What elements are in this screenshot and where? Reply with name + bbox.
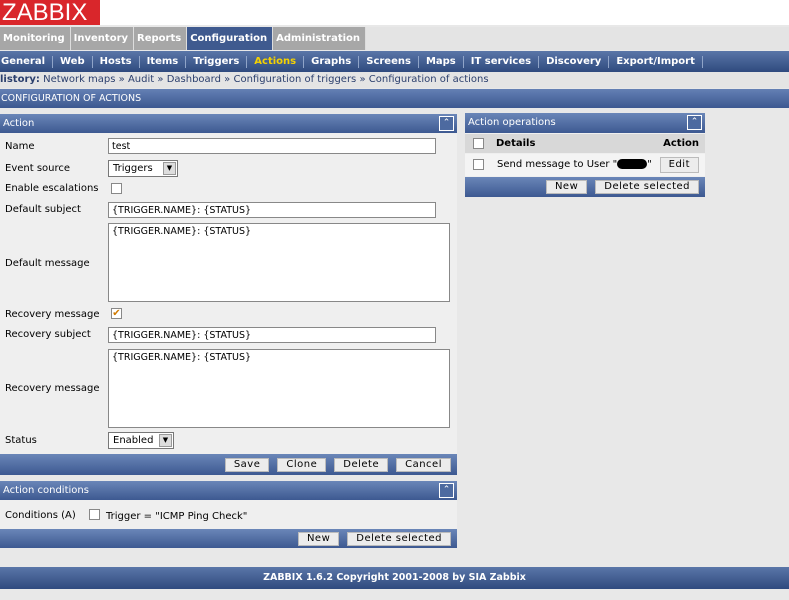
condition-item: Trigger = "ICMP Ping Check" bbox=[106, 511, 248, 522]
event-source-value: Triggers bbox=[113, 163, 153, 174]
save-button[interactable]: Save bbox=[224, 457, 270, 472]
submenu-graphs[interactable]: Graphs bbox=[304, 55, 360, 68]
tab-reports[interactable]: Reports bbox=[134, 27, 188, 50]
zabbix-logo: ZABBIX bbox=[0, 0, 100, 25]
operations-panel: Action operations ⌃ Details Action Send m… bbox=[465, 113, 705, 197]
status-select[interactable]: Enabled ▼ bbox=[108, 432, 174, 449]
collapse-icon[interactable]: ⌃ bbox=[439, 116, 454, 131]
escalations-checkbox[interactable] bbox=[111, 183, 122, 194]
row-checkbox[interactable] bbox=[473, 159, 484, 170]
conditions-label: Conditions (A) bbox=[5, 510, 76, 521]
dropdown-arrow-icon: ▼ bbox=[163, 162, 176, 175]
recovery-message-textarea[interactable]: {TRIGGER.NAME}: {STATUS} bbox=[108, 349, 450, 428]
conditions-panel-header: Action conditions ⌃ bbox=[0, 481, 457, 500]
submenu-web[interactable]: Web bbox=[53, 55, 93, 68]
new-operation-button[interactable]: New bbox=[545, 180, 588, 194]
main-menu: Monitoring Inventory Reports Configurati… bbox=[0, 27, 789, 50]
table-row: Send message to User " " Edit bbox=[465, 154, 705, 176]
default-subject-label: Default subject bbox=[5, 204, 81, 215]
operation-details: Send message to User " " bbox=[497, 154, 652, 176]
separator: » bbox=[224, 74, 231, 85]
edit-button[interactable]: Edit bbox=[659, 157, 699, 173]
submenu-it-services[interactable]: IT services bbox=[464, 55, 540, 68]
operations-panel-header: Action operations ⌃ bbox=[465, 113, 705, 133]
panel-title: Action operations bbox=[468, 117, 556, 128]
recovery-message-label: Recovery message bbox=[5, 383, 100, 394]
event-source-label: Event source bbox=[5, 163, 71, 174]
panel-title: Action bbox=[3, 118, 35, 129]
history-link[interactable]: Dashboard bbox=[167, 74, 221, 85]
tab-inventory[interactable]: Inventory bbox=[70, 27, 135, 50]
recovery-message-checkbox-label: Recovery message bbox=[5, 309, 100, 320]
tab-administration[interactable]: Administration bbox=[273, 27, 367, 50]
submenu-general[interactable]: General bbox=[0, 55, 53, 68]
select-all-checkbox[interactable] bbox=[473, 138, 484, 149]
conditions-panel: Action conditions ⌃ Conditions (A) Trigge… bbox=[0, 481, 457, 548]
history-link[interactable]: Configuration of actions bbox=[369, 74, 489, 85]
event-source-select[interactable]: Triggers ▼ bbox=[108, 160, 178, 177]
submenu-actions[interactable]: Actions bbox=[247, 55, 305, 68]
collapse-icon[interactable]: ⌃ bbox=[687, 115, 702, 130]
new-condition-button[interactable]: New bbox=[297, 531, 340, 546]
recovery-message-checkbox[interactable]: ✔ bbox=[111, 308, 122, 319]
separator: » bbox=[157, 74, 164, 85]
conditions-buttons-bar: New Delete selected bbox=[0, 529, 457, 548]
history-breadcrumb: listory: Network maps » Audit » Dashboar… bbox=[0, 72, 789, 88]
cancel-button[interactable]: Cancel bbox=[396, 457, 451, 472]
submenu-maps[interactable]: Maps bbox=[419, 55, 464, 68]
col-details: Details bbox=[496, 138, 536, 149]
submenu-triggers[interactable]: Triggers bbox=[186, 55, 248, 68]
default-message-textarea[interactable]: {TRIGGER.NAME}: {STATUS} bbox=[108, 223, 450, 302]
col-action: Action bbox=[663, 138, 699, 149]
escalations-label: Enable escalations bbox=[5, 183, 99, 194]
delete-selected-conditions-button[interactable]: Delete selected bbox=[347, 531, 451, 546]
collapse-icon[interactable]: ⌃ bbox=[439, 483, 454, 498]
history-label: listory: bbox=[0, 74, 40, 85]
name-label: Name bbox=[5, 141, 35, 152]
recovery-subject-input[interactable]: {TRIGGER.NAME}: {STATUS} bbox=[108, 327, 436, 343]
dropdown-arrow-icon: ▼ bbox=[159, 434, 172, 447]
delete-selected-operations-button[interactable]: Delete selected bbox=[595, 180, 699, 194]
status-label: Status bbox=[5, 435, 37, 446]
header-bar bbox=[0, 0, 789, 25]
history-link[interactable]: Configuration of triggers bbox=[233, 74, 356, 85]
operation-text: Send message to User " bbox=[497, 159, 618, 170]
operations-buttons-bar: New Delete selected bbox=[465, 177, 705, 197]
action-panel-header: Action ⌃ bbox=[0, 114, 457, 133]
submenu-hosts[interactable]: Hosts bbox=[93, 55, 140, 68]
action-panel: Action ⌃ Name test Event source Triggers ▼… bbox=[0, 114, 457, 475]
sub-menu: General Web Hosts Items Triggers Actions… bbox=[0, 51, 789, 72]
status-value: Enabled bbox=[113, 435, 154, 446]
submenu-screens[interactable]: Screens bbox=[359, 55, 419, 68]
default-subject-input[interactable]: {TRIGGER.NAME}: {STATUS} bbox=[108, 202, 436, 218]
panel-title: Action conditions bbox=[3, 485, 89, 496]
history-link[interactable]: Network maps bbox=[43, 74, 115, 85]
name-input[interactable]: test bbox=[108, 138, 436, 154]
tab-configuration[interactable]: Configuration bbox=[187, 27, 274, 50]
default-message-label: Default message bbox=[5, 258, 90, 269]
submenu-discovery[interactable]: Discovery bbox=[539, 55, 610, 68]
history-link[interactable]: Audit bbox=[128, 74, 154, 85]
submenu-items[interactable]: Items bbox=[140, 55, 187, 68]
delete-button[interactable]: Delete bbox=[334, 457, 389, 472]
tab-monitoring[interactable]: Monitoring bbox=[0, 27, 71, 50]
submenu-export-import[interactable]: Export/Import bbox=[609, 55, 703, 68]
operations-table-header: Details Action bbox=[465, 134, 705, 153]
page-title: CONFIGURATION OF ACTIONS bbox=[0, 89, 789, 108]
separator: » bbox=[118, 74, 125, 85]
clone-button[interactable]: Clone bbox=[277, 457, 327, 472]
separator: » bbox=[359, 74, 366, 85]
recovery-subject-label: Recovery subject bbox=[5, 329, 91, 340]
redacted-user bbox=[617, 159, 648, 169]
operation-text-end: " bbox=[647, 159, 652, 170]
action-buttons-bar: Save Clone Delete Cancel bbox=[0, 454, 457, 475]
condition-checkbox[interactable] bbox=[89, 509, 100, 520]
footer: ZABBIX 1.6.2 Copyright 2001-2008 by SIA … bbox=[0, 567, 789, 589]
